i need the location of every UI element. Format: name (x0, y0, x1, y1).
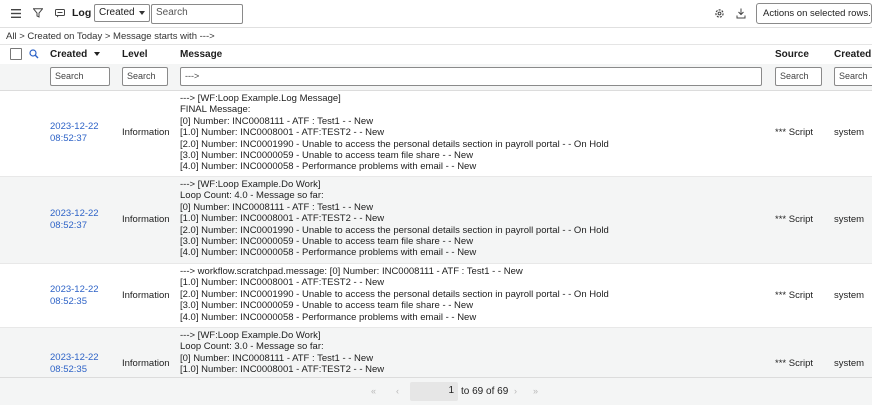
message-line: ---> [WF:Loop Example.Do Work] (180, 330, 321, 341)
table-row[interactable]: 2023-12-22 08:52:35 Information ---> [WF… (0, 328, 872, 377)
pagination-range: to 69 of 69 (461, 386, 509, 397)
message-line: [2.0] Number: INC0001990 - Unable to acc… (180, 138, 609, 150)
message-line: [1.0] Number: INC0008001 - ATF:TEST2 - -… (180, 127, 385, 139)
message-line: [0] Number: INC0008111 - ATF : Test1 - -… (180, 115, 374, 127)
message-search-input[interactable]: ---> (180, 67, 762, 86)
source-cell: *** Script (775, 127, 814, 138)
prev-page-icon[interactable]: ‹ (396, 386, 399, 396)
hamburger-icon[interactable] (9, 6, 23, 20)
created-link[interactable]: 2023-12-22 08:52:37 (50, 208, 110, 231)
created-time: 08:52:37 (50, 132, 87, 144)
level-cell: Information (122, 358, 170, 369)
message-line: ---> [WF:Loop Example.Log Message] (180, 93, 341, 104)
gear-icon[interactable] (712, 6, 726, 20)
list-search-input[interactable]: Search (151, 4, 243, 24)
select-all-checkbox[interactable] (10, 48, 22, 60)
last-page-icon[interactable]: » (533, 386, 538, 396)
message-line: [2.0] Number: INC0001990 - Unable to acc… (180, 288, 609, 300)
column-header-message[interactable]: Message (180, 49, 222, 60)
table-row[interactable]: 2023-12-22 08:52:37 Information ---> [WF… (0, 177, 872, 264)
message-cell: ---> workflow.scratchpad.message: [0] Nu… (180, 266, 609, 323)
table-row[interactable]: 2023-12-22 08:52:35 Information ---> wor… (0, 264, 872, 328)
column-header-level[interactable]: Level (122, 49, 148, 60)
page-number-input[interactable]: 1 (410, 382, 458, 401)
filter-icon[interactable] (31, 6, 45, 20)
source-cell: *** Script (775, 358, 814, 369)
next-page-icon[interactable]: › (514, 386, 517, 396)
level-cell: Information (122, 290, 170, 301)
message-line: [3.0] Number: INC0000059 - Unable to acc… (180, 300, 474, 312)
actions-on-selected-rows-select[interactable]: Actions on selected rows... (756, 3, 872, 24)
created-date: 2023-12-22 (50, 352, 99, 363)
search-field-select-value: Created (99, 7, 135, 18)
source-search-input[interactable]: Search (775, 67, 822, 86)
created-by-cell: system (834, 290, 865, 301)
message-line: [0] Number: INC0008111 - ATF : Test1 - -… (180, 352, 374, 364)
log-table-body: 2023-12-22 08:52:37 Information ---> [WF… (0, 91, 872, 377)
column-search-row: Search Search ---> Search Search (0, 64, 872, 91)
breadcrumb[interactable]: All > Created on Today > Message starts … (6, 31, 215, 42)
column-header-source[interactable]: Source (775, 49, 809, 60)
level-search-input[interactable]: Search (122, 67, 168, 86)
message-line: ---> workflow.scratchpad.message: [0] Nu… (180, 266, 523, 277)
message-line: Loop Count: 3.0 - Message so far: (180, 341, 324, 353)
sort-down-icon (94, 52, 101, 57)
first-page-icon[interactable]: « (371, 386, 376, 396)
column-header-created[interactable]: Created (50, 49, 101, 60)
created-time: 08:52:35 (50, 295, 87, 307)
message-line: [3.0] Number: INC0000059 - Unable to acc… (180, 150, 474, 162)
message-line: [4.0] Number: INC0000058 - Performance p… (180, 311, 477, 323)
created-date: 2023-12-22 (50, 121, 99, 132)
message-line: [1.0] Number: INC0008001 - ATF:TEST2 - -… (180, 364, 385, 376)
message-line: ---> [WF:Loop Example.Do Work] (180, 179, 321, 190)
created-date: 2023-12-22 (50, 284, 99, 295)
message-line: [4.0] Number: INC0000058 - Performance p… (180, 161, 477, 173)
comment-icon[interactable] (53, 6, 67, 20)
created-search-input[interactable]: Search (50, 67, 110, 86)
message-cell: ---> [WF:Loop Example.Do Work] Loop Coun… (180, 179, 609, 259)
message-line: [2.0] Number: INC0001990 - Unable to acc… (180, 224, 609, 236)
list-toolbar: Log Created Search Actions on selected r… (0, 0, 872, 28)
created-by-cell: system (834, 127, 865, 138)
column-header-created-label: Created (50, 49, 88, 60)
message-line: Loop Count: 4.0 - Message so far: (180, 190, 324, 202)
column-header-created-by[interactable]: Created by (834, 49, 872, 60)
chevron-down-icon (139, 11, 145, 15)
created-link[interactable]: 2023-12-22 08:52:37 (50, 121, 110, 144)
page-title: Log (72, 7, 92, 19)
message-line: [4.0] Number: INC0000058 - Performance p… (180, 247, 477, 259)
created-time: 08:52:35 (50, 363, 87, 375)
message-line: [1.0] Number: INC0008001 - ATF:TEST2 - -… (180, 277, 385, 289)
message-line: FINAL Message: (180, 104, 251, 116)
table-header: Created Level Message Source Created by (0, 44, 872, 65)
created-by-search-input[interactable]: Search (834, 67, 872, 86)
export-icon[interactable] (734, 6, 748, 20)
created-link[interactable]: 2023-12-22 08:52:35 (50, 284, 110, 307)
search-field-select[interactable]: Created (94, 4, 150, 22)
created-link[interactable]: 2023-12-22 08:52:35 (50, 352, 110, 375)
table-row[interactable]: 2023-12-22 08:52:37 Information ---> [WF… (0, 91, 872, 177)
source-cell: *** Script (775, 290, 814, 301)
pagination-bar: « ‹ 1 to 69 of 69 › » (0, 377, 872, 405)
created-time: 08:52:37 (50, 219, 87, 231)
level-cell: Information (122, 214, 170, 225)
message-cell: ---> [WF:Loop Example.Log Message] FINAL… (180, 93, 609, 173)
level-cell: Information (122, 127, 170, 138)
created-by-cell: system (834, 214, 865, 225)
message-line: [1.0] Number: INC0008001 - ATF:TEST2 - -… (180, 213, 385, 225)
message-line: [3.0] Number: INC0000059 - Unable to acc… (180, 236, 474, 248)
message-cell: ---> [WF:Loop Example.Do Work] Loop Coun… (180, 330, 384, 376)
created-date: 2023-12-22 (50, 208, 99, 219)
created-by-cell: system (834, 358, 865, 369)
source-cell: *** Script (775, 214, 814, 225)
message-line: [0] Number: INC0008111 - ATF : Test1 - -… (180, 201, 374, 213)
column-search-icon[interactable] (29, 49, 39, 59)
